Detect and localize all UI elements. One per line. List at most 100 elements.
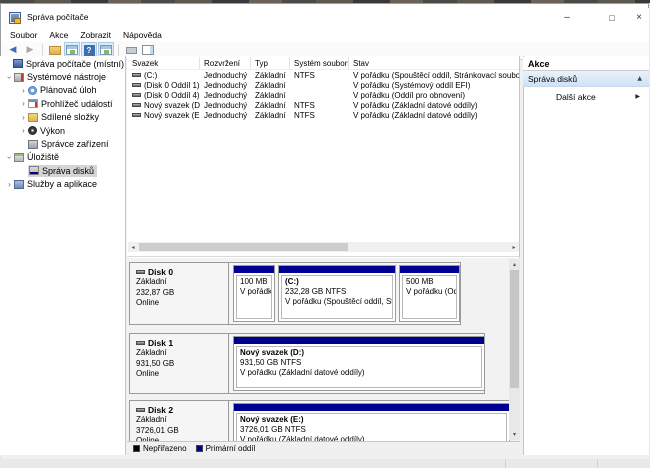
- vertical-scrollbar-thumb[interactable]: [510, 270, 519, 388]
- tree-item-label: Služby a aplikace: [27, 179, 97, 189]
- primary-partition-band: [234, 266, 274, 273]
- actions-header: Akce: [523, 57, 649, 71]
- chevron-collapsed-icon[interactable]: ›: [19, 126, 28, 135]
- disk1-label[interactable]: Disk 1 Základní 931,50 GB Online: [130, 334, 229, 393]
- volume-icon: [132, 83, 141, 87]
- menu-soubor[interactable]: Soubor: [4, 28, 43, 41]
- console-tree: Správa počítače (místní) › Systémové nás…: [0, 57, 125, 191]
- performance-icon: [28, 126, 37, 135]
- unallocated-color-swatch: [133, 445, 140, 452]
- volume-row-novy-svazek-e[interactable]: Nový svazek (E:) Jednoduchý Základní NTF…: [128, 110, 519, 120]
- show-console-tree-icon: [100, 45, 112, 55]
- volume-row-disk0-oddil4[interactable]: (Disk 0 Oddíl 4) Jednoduchý Základní V p…: [128, 90, 519, 100]
- disk2-partition-e[interactable]: Nový svazek (E:) 3726,01 GB NTFS V pořád…: [233, 403, 510, 441]
- computer-icon: [13, 59, 23, 68]
- disk-icon: [136, 270, 145, 274]
- volume-row-disk0-oddil1[interactable]: (Disk 0 Oddíl 1) Jednoduchý Základní V p…: [128, 80, 519, 90]
- chevron-collapsed-icon[interactable]: ›: [5, 180, 14, 189]
- up-folder-icon: [49, 46, 61, 55]
- action-pane-icon: [142, 45, 154, 55]
- panel-splitter[interactable]: [127, 256, 520, 257]
- tree-item-label: Prohlížeč událostí: [41, 99, 113, 109]
- shared-folders-icon: [28, 113, 38, 122]
- column-header-svazek[interactable]: Svazek: [128, 57, 200, 69]
- primary-partition-band: [400, 266, 459, 273]
- disk-icon: [136, 408, 145, 412]
- tree-item-systemove-nastroje[interactable]: › Systémové nástroje: [0, 70, 125, 83]
- volume-icon: [132, 73, 141, 77]
- volume-row-c[interactable]: (C:) Jednoduchý Základní NTFS V pořádku …: [128, 70, 519, 80]
- actions-item-dalsi-akce[interactable]: Další akce ▶: [523, 90, 649, 103]
- tree-item-uloziste[interactable]: › Úložiště: [0, 151, 125, 164]
- disk-view-canvas: Disk 0 Základní 232,87 GB Online 100 MB …: [127, 258, 520, 441]
- menu-akce[interactable]: Akce: [43, 28, 74, 41]
- chevron-collapsed-icon[interactable]: ›: [19, 86, 28, 95]
- disk0-label[interactable]: Disk 0 Základní 232,87 GB Online: [130, 263, 229, 324]
- tree-item-spravce-zarizeni[interactable]: Správce zařízení: [0, 137, 125, 150]
- column-header-rozvrzeni[interactable]: Rozvržení: [200, 57, 251, 69]
- tree-item-label: Sdílené složky: [41, 112, 99, 122]
- tools-icon: [14, 73, 24, 82]
- chevron-expanded-icon[interactable]: ›: [5, 73, 14, 82]
- actions-group-sprava-disku[interactable]: Správa disků ▲: [523, 71, 649, 87]
- toolbar-separator: [42, 44, 43, 57]
- volume-icon: [132, 113, 141, 117]
- maximize-button[interactable]: □: [594, 8, 630, 27]
- tree-item-prohlizec-udalosti[interactable]: › Prohlížeč událostí: [0, 97, 125, 110]
- column-header-stav[interactable]: Stav: [349, 57, 519, 69]
- volume-icon: [132, 103, 141, 107]
- chevron-collapsed-icon[interactable]: ›: [19, 99, 28, 108]
- scroll-left-icon[interactable]: ◂: [128, 242, 138, 252]
- disk-management-icon: [29, 166, 39, 175]
- disk0-partition-3[interactable]: 500 MB V pořádku (Od: [399, 265, 460, 322]
- legend-primary-partition: Primární oddíl: [196, 444, 256, 453]
- forward-icon: ▶: [27, 45, 34, 55]
- tree-item-label: Úložiště: [27, 152, 59, 162]
- app-icon: [9, 12, 21, 24]
- column-header-typ[interactable]: Typ: [251, 57, 290, 69]
- event-viewer-icon: [28, 99, 38, 108]
- tree-item-label: Správa disků: [42, 166, 94, 176]
- help-icon: ?: [84, 45, 95, 56]
- disk0-partition-c[interactable]: (C:) 232,28 GB NTFS V pořádku (Spouštěcí…: [278, 265, 396, 322]
- volume-row-novy-svazek-d[interactable]: Nový svazek (D:) Jednoduchý Základní NTF…: [128, 100, 519, 110]
- tree-item-sluzby-a-aplikace[interactable]: › Služby a aplikace: [0, 178, 125, 191]
- partition-legend: Nepřiřazeno Primární oddíl: [127, 441, 520, 455]
- tree-item-sprava-pocitace[interactable]: Správa počítače (místní): [0, 57, 125, 70]
- legend-unallocated: Nepřiřazeno: [133, 444, 187, 453]
- disk-icon: [136, 341, 145, 345]
- tree-item-label: Správce zařízení: [41, 139, 109, 149]
- scroll-up-icon[interactable]: ▴: [509, 259, 520, 270]
- scroll-right-icon[interactable]: ▸: [509, 242, 519, 252]
- tree-item-planovac-uloh[interactable]: › Plánovač úloh: [0, 84, 125, 97]
- disk2-label[interactable]: Disk 2 Základní 3726,01 GB Online: [130, 401, 229, 441]
- disk1-row: Disk 1 Základní 931,50 GB Online Nový sv…: [129, 333, 485, 394]
- services-icon: [14, 180, 24, 189]
- close-button[interactable]: ×: [627, 8, 650, 27]
- chevron-collapsed-icon[interactable]: ›: [19, 113, 28, 122]
- disk0-partition-1[interactable]: 100 MB V pořádku (S: [233, 265, 275, 322]
- menu-bar: Soubor Akce Zobrazit Nápověda: [2, 28, 649, 41]
- tree-item-sdilene-slozky[interactable]: › Sdílené složky: [0, 111, 125, 124]
- horizontal-scrollbar-thumb[interactable]: [139, 243, 348, 251]
- tree-item-label: Správa počítače (místní): [26, 59, 124, 69]
- scroll-down-icon[interactable]: ▾: [509, 429, 520, 440]
- back-icon: ◀: [10, 45, 17, 55]
- tree-item-label: Plánovač úloh: [40, 85, 97, 95]
- collapse-icon[interactable]: ▲: [637, 75, 642, 82]
- actions-panel: [523, 56, 649, 455]
- chevron-expanded-icon[interactable]: ›: [5, 153, 14, 162]
- tree-item-sprava-disku[interactable]: Správa disků: [0, 164, 125, 177]
- tree-item-vykon[interactable]: › Výkon: [0, 124, 125, 137]
- menu-zobrazit[interactable]: Zobrazit: [74, 28, 117, 41]
- minimize-button[interactable]: –: [549, 8, 585, 27]
- disk1-partition-d[interactable]: Nový svazek (D:) 931,50 GB NTFS V pořádk…: [233, 336, 485, 391]
- window-title: Správa počítače: [27, 12, 88, 23]
- tree-selection: Správa disků: [28, 165, 97, 177]
- flag-icon: [126, 47, 137, 54]
- column-header-system-souboru[interactable]: Systém souborů: [290, 57, 349, 69]
- toolbar-separator: [118, 44, 119, 57]
- primary-partition-band: [279, 266, 395, 273]
- menu-napoveda[interactable]: Nápověda: [117, 28, 168, 41]
- task-scheduler-icon: [28, 86, 37, 95]
